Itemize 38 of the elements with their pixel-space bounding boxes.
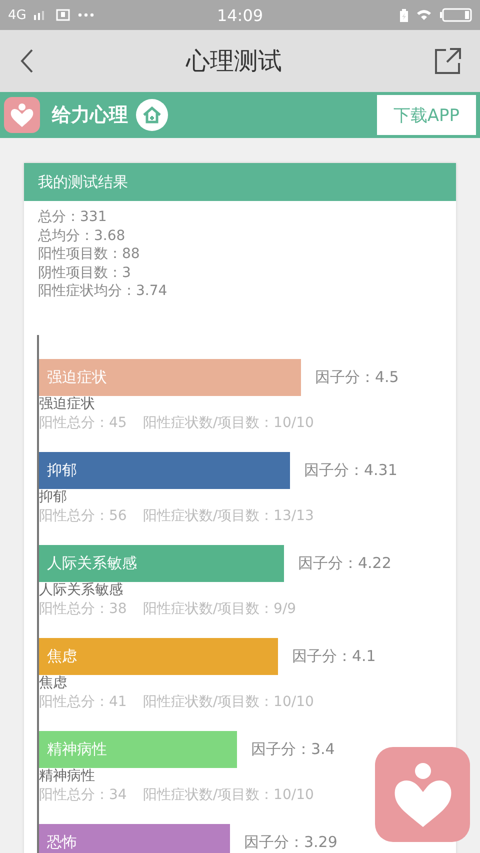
factor-name: 强迫症状 bbox=[39, 396, 96, 413]
factor-bar: 恐怖 bbox=[39, 824, 230, 853]
download-app-button[interactable]: 下载APP bbox=[377, 95, 476, 135]
factor-score: 因子分：3.29 bbox=[244, 832, 338, 852]
network-label: 4G bbox=[8, 8, 26, 22]
positive-total: 阳性总分：38 bbox=[39, 600, 127, 619]
positive-ratio: 阳性症状数/项目数：9/9 bbox=[142, 600, 296, 619]
factor-name: 焦虑 bbox=[39, 674, 68, 692]
factor-score: 因子分：4.5 bbox=[315, 368, 399, 387]
brand-name: 给力心理 bbox=[52, 103, 128, 128]
factor-name: 精神病性 bbox=[39, 768, 96, 785]
summary-stat: 阴性项目数：3 bbox=[38, 264, 132, 282]
summary-stat: 总均分：3.68 bbox=[38, 226, 126, 246]
factor-bar: 精神病性 bbox=[39, 730, 237, 768]
positive-total: 阳性总分：34 bbox=[39, 786, 127, 805]
factor-name: 抑郁 bbox=[39, 488, 68, 506]
summary-stat: 总分：331 bbox=[38, 208, 108, 227]
summary-stat: 阳性项目数：88 bbox=[38, 245, 141, 264]
positive-ratio: 阳性症状数/项目数：10/10 bbox=[142, 414, 314, 433]
positive-ratio: 阳性症状数/项目数：13/13 bbox=[142, 506, 314, 526]
clock-time: 14:09 bbox=[216, 6, 264, 24]
factor-score: 因子分：3.4 bbox=[251, 740, 335, 759]
factor-score: 因子分：4.22 bbox=[298, 554, 392, 573]
factor-bar: 焦虑 bbox=[39, 638, 278, 675]
factor-score: 因子分：4.31 bbox=[304, 460, 398, 480]
positive-total: 阳性总分：45 bbox=[39, 414, 127, 433]
positive-total: 阳性总分：56 bbox=[39, 506, 127, 526]
positive-ratio: 阳性症状数/项目数：10/10 bbox=[142, 786, 314, 805]
factor-bar: 人际关系敏感 bbox=[39, 544, 284, 582]
page-title: 心理测试 bbox=[186, 46, 282, 77]
factor-bar: 抑郁 bbox=[39, 452, 290, 489]
summary-stat: 阳性症状均分：3.74 bbox=[38, 282, 168, 301]
positive-ratio: 阳性症状数/项目数：10/10 bbox=[142, 692, 314, 712]
factor-bar: 强迫症状 bbox=[39, 358, 301, 396]
positive-total: 阳性总分：41 bbox=[39, 692, 127, 712]
factor-name: 人际关系敏感 bbox=[39, 582, 124, 599]
card-title: 我的测试结果 bbox=[38, 172, 128, 192]
factor-score: 因子分：4.1 bbox=[292, 646, 376, 666]
